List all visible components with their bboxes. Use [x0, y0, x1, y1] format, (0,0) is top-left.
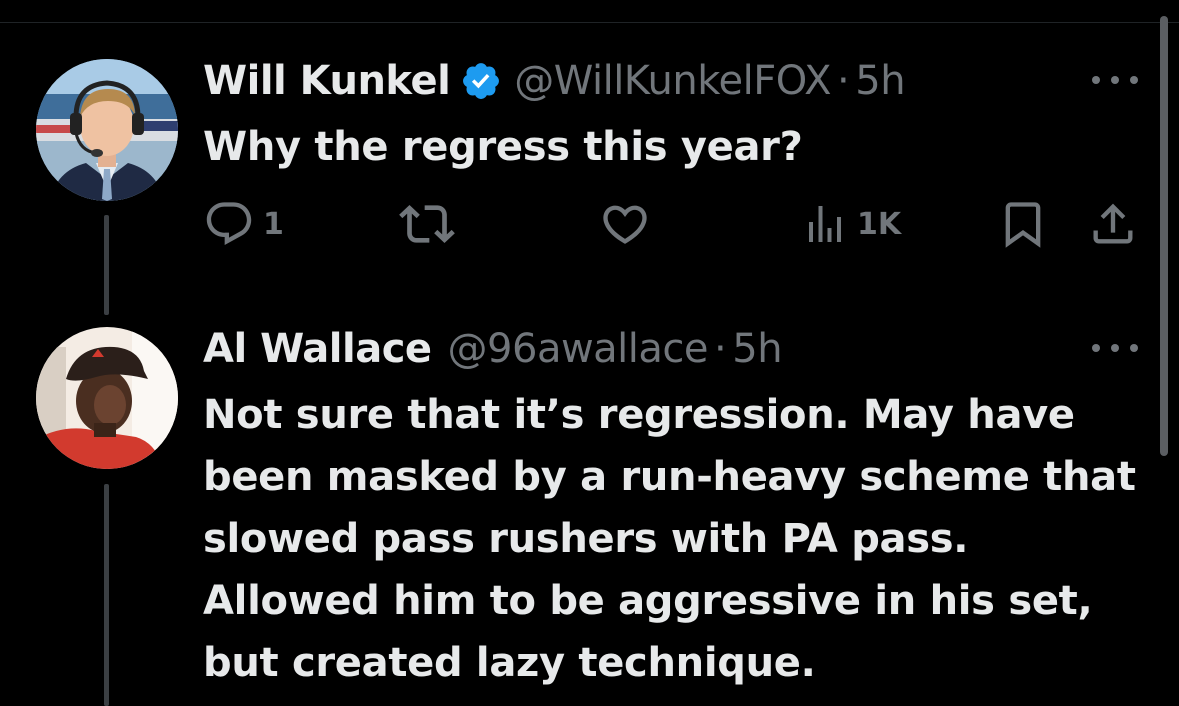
- tweet-will-kunkel[interactable]: Will Kunkel @WillKunkelFOX · 5h Why the …: [0, 0, 1179, 706]
- heart-icon: [599, 198, 651, 250]
- reply-icon: [203, 198, 255, 250]
- separator-dot: ·: [837, 58, 850, 104]
- author-handle[interactable]: @WillKunkelFOX: [514, 58, 831, 104]
- verified-badge-icon: [460, 60, 502, 102]
- share-button[interactable]: [1087, 196, 1139, 252]
- reply-button[interactable]: 1: [203, 196, 284, 252]
- more-icon[interactable]: [1092, 70, 1138, 90]
- bookmark-button[interactable]: [997, 196, 1049, 252]
- repost-icon: [399, 196, 455, 252]
- thread-line: [104, 215, 109, 315]
- like-button[interactable]: [599, 196, 651, 252]
- avatar-will-kunkel[interactable]: [36, 59, 178, 201]
- views-button[interactable]: 1K: [801, 196, 901, 252]
- author-name[interactable]: Will Kunkel: [203, 58, 451, 104]
- views-icon: [801, 200, 849, 248]
- views-count: 1K: [857, 206, 902, 242]
- tweet-header: Will Kunkel @WillKunkelFOX · 5h: [203, 56, 906, 106]
- timestamp[interactable]: 5h: [855, 58, 905, 104]
- share-icon: [1087, 198, 1139, 250]
- bookmark-icon: [997, 198, 1049, 250]
- tweet-text: Why the regress this year?: [203, 124, 803, 170]
- action-bar: 1 1K: [203, 196, 1143, 256]
- repost-button[interactable]: [399, 196, 455, 252]
- reply-count: 1: [263, 206, 284, 242]
